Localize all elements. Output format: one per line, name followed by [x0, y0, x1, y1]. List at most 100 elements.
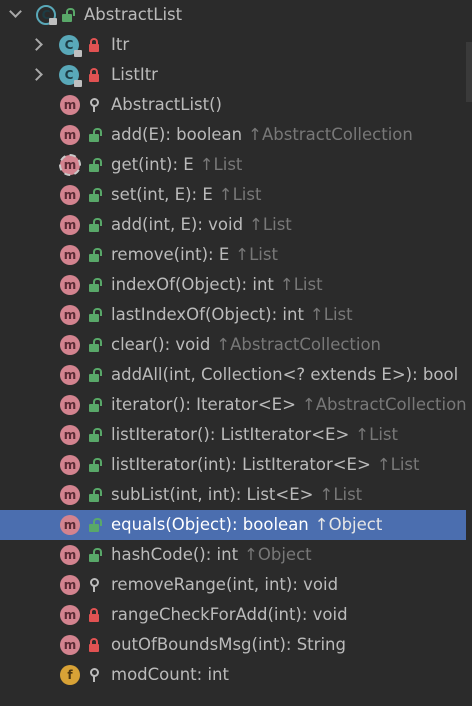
private-visibility-icon — [89, 38, 99, 52]
member-signature: clear(): void — [111, 335, 211, 354]
method-icon: m — [60, 125, 80, 145]
method-icon: m — [60, 395, 80, 415]
tree-row-method[interactable]: m clear(): void ↑AbstractCollection — [0, 330, 466, 360]
class-icon: C — [59, 35, 82, 57]
member-signature: listIterator(): ListIterator<E> — [111, 425, 350, 444]
member-signature: addAll(int, Collection<? extends E>): bo… — [111, 365, 459, 384]
public-visibility-icon — [89, 248, 102, 262]
method-icon: m — [60, 305, 80, 325]
member-signature: remove(int): E — [111, 245, 230, 264]
tree-row-method[interactable]: m add(int, E): void ↑List — [0, 210, 466, 240]
inherited-from-label: List — [232, 185, 262, 204]
tree-row-method[interactable]: m get(int): E ↑List — [0, 150, 466, 180]
inherited-from-label: AbstractCollection — [230, 335, 382, 354]
tree-row-method[interactable]: m set(int, E): E ↑List — [0, 180, 466, 210]
chevron-right-icon[interactable] — [30, 68, 43, 81]
method-icon: m — [60, 455, 80, 475]
tree-row-method[interactable]: m lastIndexOf(Object): int ↑List — [0, 300, 466, 330]
tree-row-method[interactable]: m remove(int): E ↑List — [0, 240, 466, 270]
inherited-arrow-icon: ↑ — [309, 305, 324, 324]
inherited-from-label: List — [213, 155, 243, 174]
method-icon: m — [60, 245, 80, 265]
method-label: rangeCheckForAdd(int): void — [111, 604, 348, 626]
chevron-down-icon[interactable] — [9, 5, 22, 18]
method-label: addAll(int, Collection<? extends E>): bo… — [111, 364, 458, 386]
inherited-from-label: List — [262, 215, 292, 234]
inner-class-label: Itr — [111, 35, 130, 54]
inherited-from-label: List — [333, 485, 363, 504]
inherited-arrow-icon: ↑ — [376, 455, 391, 474]
method-icon: m — [60, 635, 80, 655]
inherited-from-label: AbstractCollection — [315, 395, 466, 414]
tree-row-root-class[interactable]: C AbstractList — [0, 0, 466, 30]
protected-visibility-icon — [89, 578, 99, 592]
tree-row-method[interactable]: m add(E): boolean ↑AbstractCollection — [0, 120, 466, 150]
abstract-method-icon: m — [59, 154, 81, 176]
member-signature: rangeCheckForAdd(int): void — [111, 605, 348, 624]
public-visibility-icon — [89, 518, 102, 532]
inherited-arrow-icon: ↑ — [279, 275, 294, 294]
tree-row-method[interactable]: m AbstractList() — [0, 90, 466, 120]
inherited-arrow-icon: ↑ — [235, 245, 250, 264]
method-label: lastIndexOf(Object): int ↑List — [111, 304, 353, 326]
field-icon: f — [60, 665, 80, 685]
inherited-arrow-icon: ↑ — [199, 155, 214, 174]
method-label: removeRange(int, int): void — [111, 574, 338, 596]
tree-row-field[interactable]: f modCount: int — [0, 660, 466, 690]
inherited-from-label: List — [249, 245, 278, 264]
method-label: indexOf(Object): int ↑List — [111, 274, 323, 296]
tree-row-method[interactable]: m addAll(int, Collection<? extends E>): b… — [0, 360, 466, 390]
tree-row-method[interactable]: m hashCode(): int ↑Object — [0, 540, 466, 570]
tree-row-method[interactable]: m listIterator(): ListIterator<E> ↑List — [0, 420, 466, 450]
tree-row-inner-class[interactable]: C ListItr — [0, 60, 466, 90]
tree-row-method[interactable]: m outOfBoundsMsg(int): String — [0, 630, 466, 660]
tree-row-method[interactable]: m indexOf(Object): int ↑List — [0, 270, 466, 300]
tree-row-method[interactable]: m listIterator(int): ListIterator<E> ↑List — [0, 450, 466, 480]
method-label: remove(int): E ↑List — [111, 244, 278, 266]
tree-row-method[interactable]: m equals(Object): boolean ↑Object — [0, 510, 466, 540]
public-visibility-icon — [89, 188, 102, 202]
inherited-arrow-icon: ↑ — [218, 185, 233, 204]
public-visibility-icon — [89, 488, 102, 502]
private-visibility-icon — [89, 68, 99, 82]
member-signature: subList(int, int): List<E> — [111, 485, 314, 504]
method-label: outOfBoundsMsg(int): String — [111, 634, 346, 656]
inherited-from-label: List — [369, 425, 398, 444]
public-visibility-icon — [89, 308, 102, 322]
method-label: clear(): void ↑AbstractCollection — [111, 334, 381, 356]
root-class-label: AbstractList — [84, 5, 183, 24]
tree-row-method[interactable]: m removeRange(int, int): void — [0, 570, 466, 600]
method-icon: m — [60, 575, 80, 595]
method-label: add(E): boolean ↑AbstractCollection — [111, 124, 413, 146]
chevron-right-icon[interactable] — [30, 38, 43, 51]
protected-visibility-icon — [89, 98, 99, 112]
method-label: iterator(): Iterator<E> ↑AbstractCollecti… — [111, 394, 466, 416]
inherited-arrow-icon: ↑ — [314, 515, 329, 534]
public-visibility-icon — [89, 338, 102, 352]
method-icon: m — [60, 185, 80, 205]
public-visibility-icon — [89, 218, 102, 232]
member-signature: hashCode(): int — [111, 545, 239, 564]
member-signature: equals(Object): boolean — [111, 515, 309, 534]
inherited-from-label: AbstractCollection — [261, 125, 413, 144]
vertical-scrollbar[interactable] — [466, 42, 472, 102]
member-signature: AbstractList() — [111, 95, 222, 114]
member-signature: add(int, E): void — [111, 215, 244, 234]
method-label: add(int, E): void ↑List — [111, 214, 292, 236]
tree-row-method[interactable]: m rangeCheckForAdd(int): void — [0, 600, 466, 630]
tree-row-inner-class[interactable]: C Itr — [0, 30, 466, 60]
member-signature: modCount: int — [111, 665, 229, 684]
public-visibility-icon — [89, 158, 102, 172]
public-visibility-icon — [62, 8, 75, 22]
inherited-arrow-icon: ↑ — [216, 335, 231, 354]
member-signature: indexOf(Object): int — [111, 275, 274, 294]
inherited-arrow-icon: ↑ — [355, 425, 370, 444]
tree-row-method[interactable]: m iterator(): Iterator<E> ↑AbstractCollect… — [0, 390, 466, 420]
tree-row-method[interactable]: m subList(int, int): List<E> ↑List — [0, 480, 466, 510]
method-label: AbstractList() — [111, 94, 222, 116]
structure-tree[interactable]: C AbstractList C Itr C ListItr m Abstract… — [0, 0, 472, 706]
method-icon: m — [60, 425, 80, 445]
member-signature: get(int): E — [111, 155, 194, 174]
method-label: listIterator(): ListIterator<E> ↑List — [111, 424, 398, 446]
abstract-class-icon: C — [36, 5, 57, 25]
